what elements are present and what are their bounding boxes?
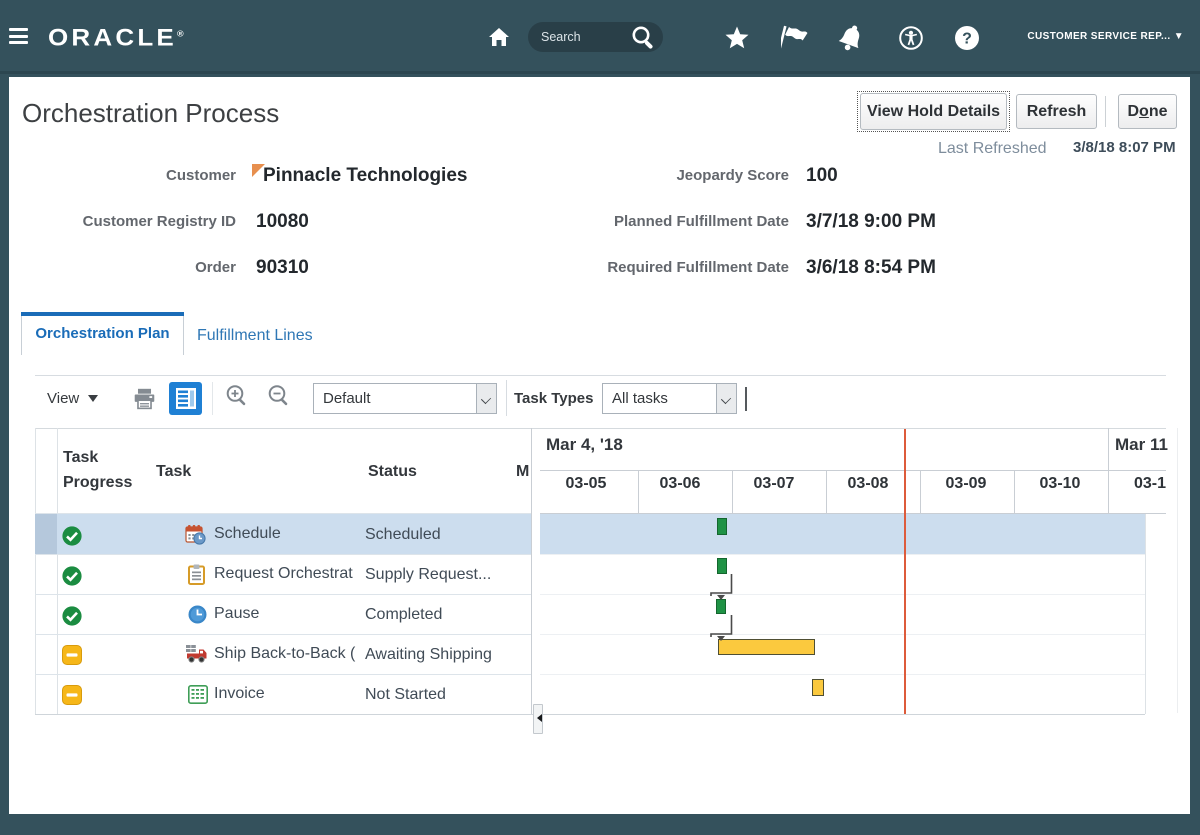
svg-text:?: ?: [962, 31, 972, 48]
